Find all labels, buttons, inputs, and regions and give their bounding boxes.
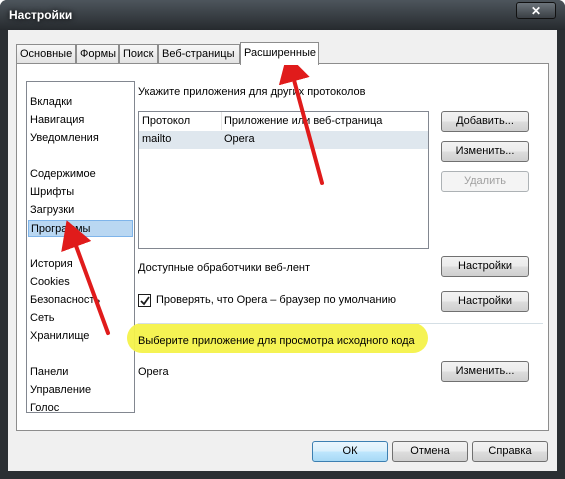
tab-label: Основные <box>20 48 73 60</box>
cancel-button[interactable]: Отмена <box>392 441 468 462</box>
nav-item-downloads[interactable]: Загрузки <box>28 202 133 219</box>
tab-webpages[interactable]: Веб-страницы <box>158 44 240 63</box>
nav-item-programs[interactable]: Программы <box>28 220 133 237</box>
nav-item-label: Управление <box>30 384 92 396</box>
title-bar[interactable]: Настройки ✕ <box>0 0 565 30</box>
nav-item-notifications[interactable]: Уведомления <box>28 130 133 147</box>
nav-item-label: История <box>30 258 73 270</box>
settings-dialog: Настройки ✕ Основные Формы Поиск Веб-стр… <box>0 0 565 479</box>
default-browser-checkbox[interactable] <box>138 294 151 307</box>
nav-item-history[interactable]: История <box>28 256 133 273</box>
nav-item-toolbars[interactable]: Панели <box>28 364 133 381</box>
cell-application: Opera <box>224 133 255 145</box>
default-browser-settings-button[interactable]: Настройки <box>441 291 529 312</box>
table-row[interactable]: mailto Opera <box>139 131 428 149</box>
source-viewer-app: Opera <box>138 366 169 378</box>
nav-item-shortcuts[interactable]: Управление <box>28 382 133 399</box>
feed-handlers-label: Доступные обработчики веб-лент <box>138 262 311 274</box>
cell-protocol: mailto <box>142 133 172 145</box>
default-browser-label[interactable]: Проверять, что Opera – браузер по умолча… <box>156 294 396 306</box>
checkmark-icon <box>140 296 150 306</box>
nav-item-label: Содержимое <box>30 168 96 180</box>
nav-item-storage[interactable]: Хранилище <box>28 328 133 345</box>
tab-search[interactable]: Поиск <box>119 44 158 63</box>
nav-item-content[interactable]: Содержимое <box>28 166 133 183</box>
protocols-table[interactable]: Протокол Приложение или веб-страница mai… <box>138 111 429 249</box>
nav-item-fonts[interactable]: Шрифты <box>28 184 133 201</box>
nav-item-label: Шрифты <box>30 186 75 198</box>
tab-label: Формы <box>80 48 117 60</box>
nav-item-label: Голос <box>30 402 60 414</box>
nav-item-label: Уведомления <box>30 132 99 144</box>
nav-item-label: Безопасность <box>30 294 101 306</box>
nav-item-tabs[interactable]: Вкладки <box>28 94 133 111</box>
nav-item-label: Загрузки <box>30 204 75 216</box>
nav-item-label: Хранилище <box>30 330 90 342</box>
column-divider[interactable] <box>221 112 222 130</box>
dialog-client: Основные Формы Поиск Веб-страницы Расшир… <box>8 30 557 471</box>
nav-item-navigation[interactable]: Навигация <box>28 112 133 129</box>
nav-item-label: Cookies <box>30 276 70 288</box>
window-title: Настройки <box>9 8 73 22</box>
nav-item-security[interactable]: Безопасность <box>28 292 133 309</box>
nav-item-label: Навигация <box>30 114 85 126</box>
tab-forms[interactable]: Формы <box>76 44 119 63</box>
nav-item-label: Сеть <box>30 312 55 324</box>
column-protocol[interactable]: Протокол <box>142 115 190 127</box>
tab-label: Поиск <box>123 48 154 60</box>
advanced-panel: Вкладки Навигация Уведомления Содержимое… <box>16 63 549 431</box>
change-source-viewer-button[interactable]: Изменить... <box>441 361 529 382</box>
protocols-heading: Укажите приложения для других протоколов <box>138 86 366 98</box>
section-divider <box>138 323 543 324</box>
ok-button[interactable]: ОК <box>312 441 388 462</box>
close-button[interactable]: ✕ <box>516 2 556 19</box>
tab-basic[interactable]: Основные <box>16 44 76 63</box>
tab-label: Расширенные <box>244 47 316 59</box>
source-viewer-label: Выберите приложение для просмотра исходн… <box>138 335 415 347</box>
nav-item-cookies[interactable]: Cookies <box>28 274 133 291</box>
section-list[interactable]: Вкладки Навигация Уведомления Содержимое… <box>26 81 135 414</box>
help-button[interactable]: Справка <box>472 441 548 462</box>
close-icon: ✕ <box>530 4 542 18</box>
nav-item-voice[interactable]: Голос <box>28 400 133 417</box>
nav-item-label: Программы <box>31 223 91 235</box>
delete-protocol-button[interactable]: Удалить <box>441 171 529 192</box>
tab-advanced[interactable]: Расширенные <box>240 42 319 65</box>
nav-item-label: Вкладки <box>30 96 73 108</box>
table-header: Протокол Приложение или веб-страница <box>139 112 428 132</box>
change-protocol-button[interactable]: Изменить... <box>441 141 529 162</box>
nav-item-network[interactable]: Сеть <box>28 310 133 327</box>
feed-settings-button[interactable]: Настройки <box>441 256 529 277</box>
tab-label: Веб-страницы <box>162 48 235 60</box>
nav-item-label: Панели <box>30 366 69 378</box>
add-protocol-button[interactable]: Добавить... <box>441 111 529 132</box>
column-application[interactable]: Приложение или веб-страница <box>224 115 382 127</box>
